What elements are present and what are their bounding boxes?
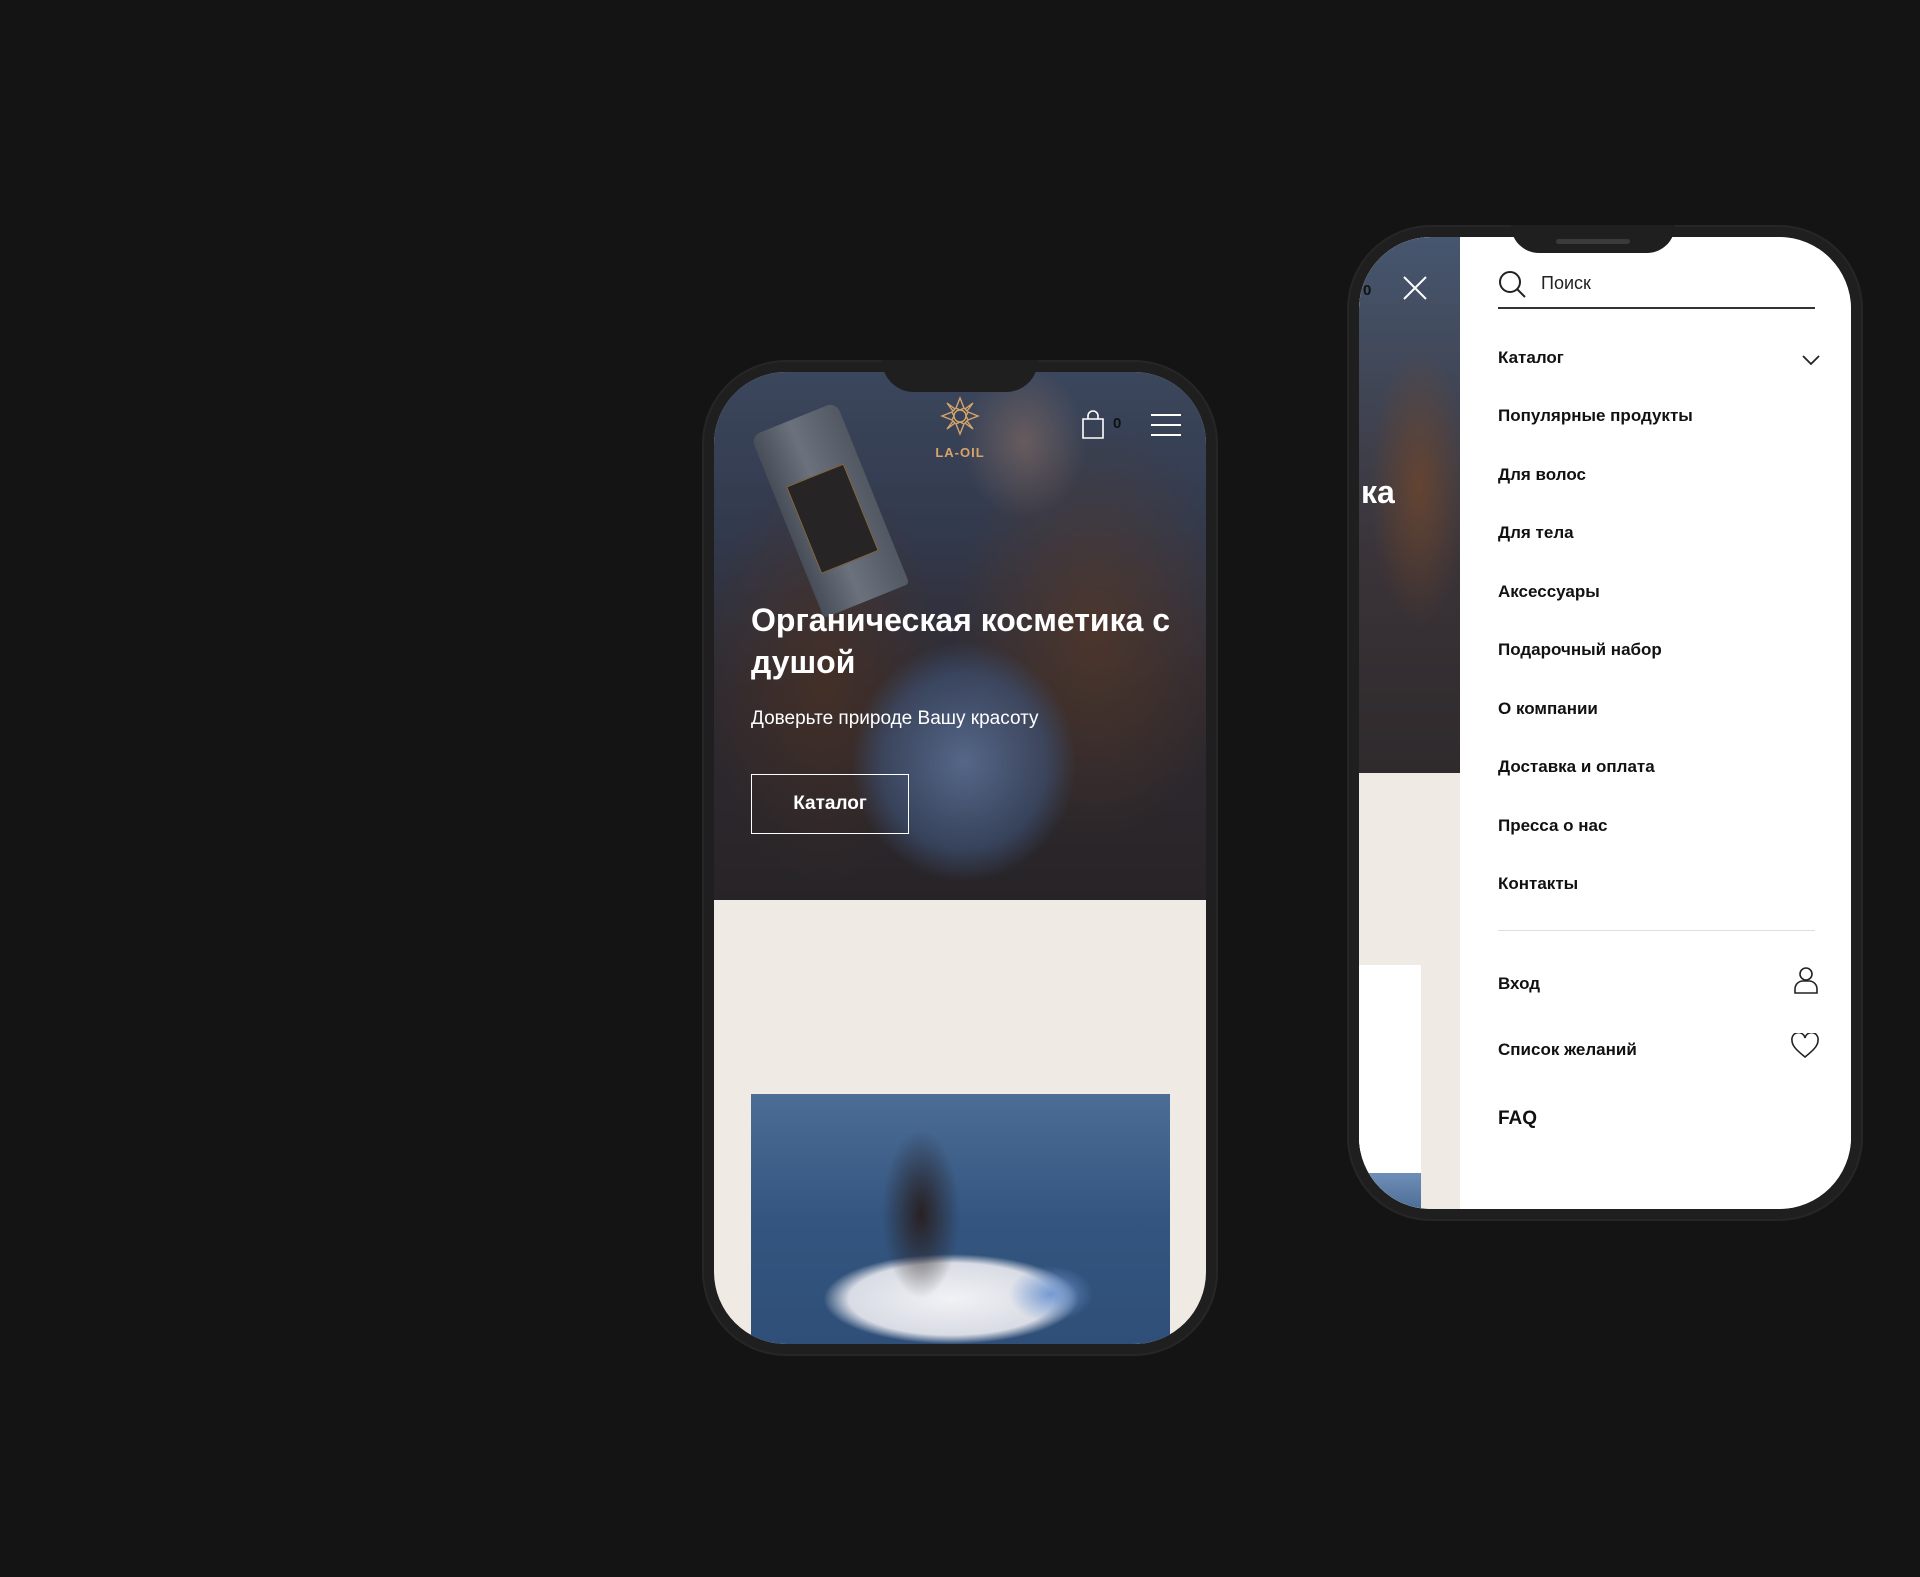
background-title-fragment: ка <box>1361 474 1395 510</box>
menu-item-faq[interactable]: FAQ <box>1498 1108 1537 1130</box>
hero-subtitle: Доверьте природе Вашу красоту <box>751 708 1039 729</box>
phone-mockup-home: LA-OIL 0 Органическая косметика с душой … <box>702 360 1218 1356</box>
menu-item-popular[interactable]: Популярные продукты <box>1498 406 1693 426</box>
menu-item-wishlist[interactable]: Список желаний <box>1498 1040 1637 1060</box>
heart-icon[interactable] <box>1791 1033 1819 1059</box>
phone-notch <box>882 360 1038 392</box>
home-screen: LA-OIL 0 Органическая косметика с душой … <box>714 372 1206 1344</box>
background-photo <box>1359 965 1421 1209</box>
menu-hamburger-icon[interactable] <box>1151 414 1181 436</box>
logo-text: LA-OIL <box>935 445 985 460</box>
background-page-strip: 0 ка <box>1359 237 1460 1209</box>
menu-item-delivery[interactable]: Доставка и оплата <box>1498 757 1655 777</box>
menu-item-press[interactable]: Пресса о нас <box>1498 816 1607 836</box>
chevron-down-icon[interactable] <box>1802 354 1820 366</box>
brand-logo[interactable]: LA-OIL <box>930 394 990 460</box>
catalog-button[interactable]: Каталог <box>751 774 909 834</box>
close-icon[interactable] <box>1402 275 1428 301</box>
menu-item-body[interactable]: Для тела <box>1498 523 1574 543</box>
search-field[interactable]: Поиск <box>1498 267 1815 309</box>
menu-item-hair[interactable]: Для волос <box>1498 465 1586 485</box>
menu-screen: 0 ка Поиск Каталог Популярные продукты Д… <box>1359 237 1851 1209</box>
cart-count: 0 <box>1113 415 1122 432</box>
search-input[interactable]: Поиск <box>1541 273 1591 294</box>
hero-title: Органическая косметика с душой <box>751 602 1171 680</box>
menu-item-catalog[interactable]: Каталог <box>1498 348 1564 368</box>
menu-item-contacts[interactable]: Контакты <box>1498 874 1578 894</box>
background-cart-count: 0 <box>1363 282 1372 299</box>
cart-icon[interactable] <box>1079 410 1107 440</box>
side-menu: Поиск Каталог Популярные продукты Для во… <box>1460 237 1851 1209</box>
menu-item-accessories[interactable]: Аксессуары <box>1498 582 1600 602</box>
lotus-logo-icon <box>940 396 980 436</box>
menu-item-gift-set[interactable]: Подарочный набор <box>1498 640 1662 660</box>
search-icon <box>1499 271 1526 298</box>
user-icon[interactable] <box>1794 966 1818 994</box>
lifestyle-photo <box>751 1094 1170 1344</box>
hero-banner: LA-OIL 0 Органическая косметика с душой … <box>714 372 1206 900</box>
phone-mockup-menu: 0 ка Поиск Каталог Популярные продукты Д… <box>1347 225 1863 1221</box>
menu-item-login[interactable]: Вход <box>1498 974 1540 994</box>
menu-item-about[interactable]: О компании <box>1498 699 1598 719</box>
menu-divider <box>1498 930 1815 931</box>
phone-speaker <box>1556 239 1630 244</box>
